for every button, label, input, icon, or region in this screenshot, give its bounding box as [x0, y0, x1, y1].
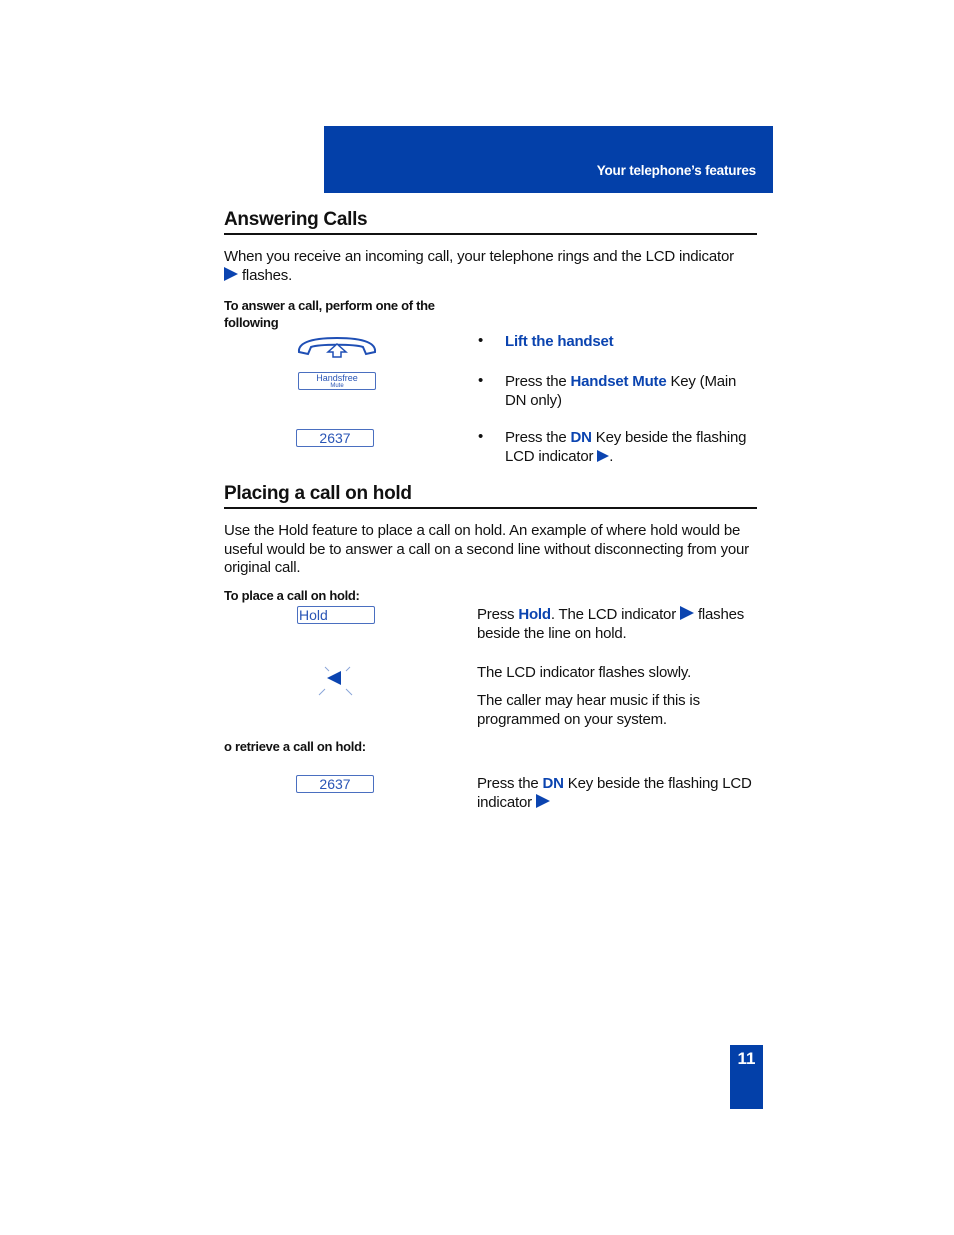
page-number: 11	[730, 1045, 763, 1109]
retrieve-step: Press the DN Key beside the flashing LCD…	[477, 774, 757, 812]
hold-step-1: Press Hold. The LCD indicator flashes be…	[477, 605, 757, 643]
place-hold-label: To place a call on hold:	[224, 588, 360, 603]
lcd-indicator-icon	[535, 794, 550, 808]
bullet: •	[478, 332, 484, 349]
step-dn-key: Press the DN Key beside the flashing LCD…	[505, 428, 755, 466]
step-text: Press the	[505, 373, 571, 390]
hold-key[interactable]: Hold	[297, 606, 375, 624]
step-lift-handset: Lift the handset	[505, 332, 614, 351]
key-label-mute: Mute	[330, 383, 344, 389]
key-label-handsfree: Handsfree	[316, 373, 358, 383]
step-text: Press	[477, 606, 519, 623]
step-text: .	[609, 448, 614, 465]
hold-step-3: The caller may hear music if this is pro…	[477, 692, 700, 728]
dn-highlight: DN	[542, 775, 564, 792]
dn-key-2637[interactable]: 2637	[296, 429, 374, 447]
hold-intro: Use the Hold feature to place a call on …	[224, 522, 749, 576]
section-title-hold: Placing a call on hold	[224, 483, 757, 509]
hold-step-2: The LCD indicator flashes slowly.	[477, 664, 692, 681]
handset-lift-icon	[296, 334, 378, 360]
header-band: Your telephone’s features	[324, 126, 773, 193]
step-handset-mute: Press the Handset Mute Key (Main DN only…	[505, 372, 760, 410]
intro-line-1: When you receive an incoming call, your …	[224, 248, 734, 265]
dn-key-2637-retrieve[interactable]: 2637	[296, 775, 374, 793]
step-text: Press the	[505, 429, 571, 446]
step-text: Press the	[477, 775, 543, 792]
handsfree-mute-key[interactable]: Handsfree Mute	[298, 372, 376, 390]
answer-sublabel: To answer a call, perform one of the fol…	[224, 298, 435, 330]
lcd-indicator-icon	[224, 267, 238, 281]
handset-mute-highlight: Handset Mute	[570, 373, 667, 390]
intro-line-2: flashes.	[241, 267, 293, 284]
dn-highlight: DN	[570, 429, 592, 446]
lift-handset-highlight: Lift the handset	[505, 333, 614, 350]
bullet: •	[478, 428, 484, 445]
answering-intro: When you receive an incoming call, your …	[224, 247, 764, 285]
lcd-indicator-icon	[679, 606, 694, 620]
lcd-flashing-slow-icon	[316, 664, 354, 698]
step-text: . The LCD indicator	[550, 606, 676, 623]
retrieve-hold-label: o retrieve a call on hold:	[224, 739, 366, 754]
section-title-answering: Answering Calls	[224, 209, 757, 235]
bullet: •	[478, 372, 484, 389]
hold-highlight: Hold	[518, 606, 551, 623]
header-title: Your telephone’s features	[596, 163, 756, 178]
lcd-indicator-icon	[597, 450, 610, 462]
